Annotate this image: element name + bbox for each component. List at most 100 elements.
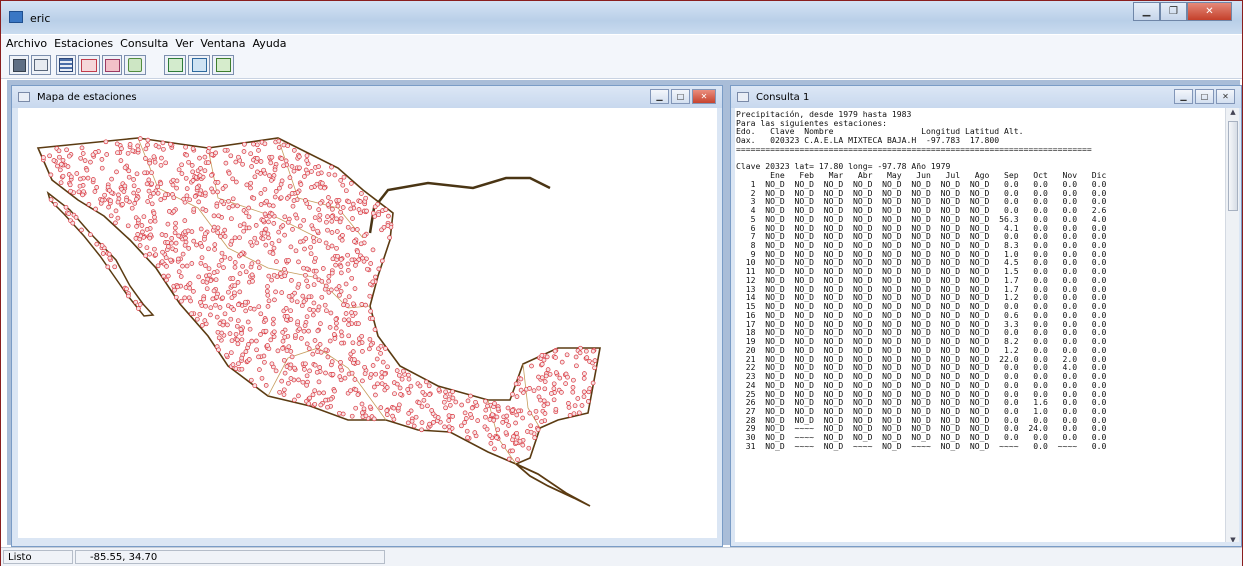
station-marker[interactable] — [286, 294, 292, 299]
station-marker[interactable] — [281, 392, 287, 397]
station-marker[interactable] — [518, 376, 524, 382]
station-marker[interactable] — [325, 214, 330, 219]
query-minimize-button[interactable]: ▁ — [1174, 89, 1193, 104]
station-marker[interactable] — [288, 317, 294, 322]
station-marker[interactable] — [268, 337, 274, 343]
station-marker[interactable] — [378, 343, 384, 349]
station-marker[interactable] — [514, 430, 519, 436]
station-marker[interactable] — [260, 236, 266, 242]
station-marker[interactable] — [246, 342, 251, 347]
station-marker[interactable] — [314, 369, 320, 375]
station-marker[interactable] — [350, 216, 355, 221]
station-marker[interactable] — [527, 410, 533, 416]
station-marker[interactable] — [148, 218, 153, 224]
station-marker[interactable] — [147, 251, 152, 257]
station-marker[interactable] — [186, 159, 191, 165]
station-marker[interactable] — [222, 234, 228, 239]
station-marker[interactable] — [308, 251, 314, 257]
station-marker[interactable] — [142, 170, 147, 176]
station-marker[interactable] — [406, 376, 412, 382]
station-marker[interactable] — [338, 329, 344, 335]
station-marker[interactable] — [243, 269, 249, 275]
station-marker[interactable] — [302, 174, 307, 179]
station-marker[interactable] — [236, 361, 241, 367]
station-marker[interactable] — [387, 235, 392, 240]
station-marker[interactable] — [235, 280, 241, 285]
station-marker[interactable] — [184, 193, 190, 199]
station-marker[interactable] — [462, 420, 467, 425]
station-marker[interactable] — [78, 155, 84, 161]
station-marker[interactable] — [329, 243, 335, 249]
station-marker[interactable] — [514, 434, 520, 440]
station-marker[interactable] — [280, 223, 286, 228]
station-marker[interactable] — [352, 286, 358, 291]
station-marker[interactable] — [106, 204, 111, 210]
station-marker[interactable] — [125, 223, 131, 229]
query-close-button[interactable]: ✕ — [1216, 89, 1235, 104]
station-marker[interactable] — [131, 190, 137, 196]
station-marker[interactable] — [274, 259, 279, 264]
station-marker[interactable] — [251, 195, 257, 201]
station-marker[interactable] — [105, 264, 111, 270]
station-marker[interactable] — [235, 203, 240, 209]
station-marker[interactable] — [351, 301, 356, 307]
station-marker[interactable] — [300, 293, 306, 299]
station-marker[interactable] — [216, 213, 221, 219]
station-marker[interactable] — [227, 331, 233, 336]
station-marker[interactable] — [572, 403, 578, 409]
station-marker[interactable] — [272, 194, 278, 200]
station-marker[interactable] — [144, 181, 150, 187]
station-marker[interactable] — [228, 153, 234, 159]
station-marker[interactable] — [592, 365, 597, 371]
station-marker[interactable] — [67, 182, 73, 188]
station-marker[interactable] — [352, 239, 357, 244]
station-marker[interactable] — [350, 201, 356, 207]
station-marker[interactable] — [367, 336, 373, 342]
station-marker[interactable] — [239, 331, 244, 336]
station-marker[interactable] — [396, 372, 402, 378]
station-marker[interactable] — [390, 413, 395, 419]
station-marker[interactable] — [242, 141, 247, 147]
station-marker[interactable] — [315, 328, 321, 334]
station-marker[interactable] — [250, 278, 255, 284]
station-marker[interactable] — [189, 261, 195, 266]
station-marker[interactable] — [147, 194, 153, 199]
station-marker[interactable] — [84, 167, 90, 173]
station-marker[interactable] — [234, 323, 240, 329]
station-marker[interactable] — [363, 413, 369, 419]
station-marker[interactable] — [355, 360, 361, 366]
station-marker[interactable] — [311, 235, 316, 241]
station-marker[interactable] — [258, 191, 264, 196]
station-marker[interactable] — [113, 220, 118, 226]
station-marker[interactable] — [161, 273, 167, 279]
station-marker[interactable] — [338, 178, 344, 183]
station-marker[interactable] — [196, 199, 202, 205]
station-marker[interactable] — [232, 260, 238, 265]
station-marker[interactable] — [221, 265, 226, 270]
station-marker[interactable] — [248, 377, 254, 383]
station-marker[interactable] — [60, 157, 66, 163]
station-marker[interactable] — [222, 254, 228, 260]
station-marker[interactable] — [248, 180, 254, 186]
station-marker[interactable] — [158, 162, 164, 168]
station-marker[interactable] — [262, 186, 268, 192]
station-marker[interactable] — [94, 185, 100, 190]
station-marker[interactable] — [506, 423, 511, 428]
map-query-icon[interactable] — [78, 55, 100, 75]
station-marker[interactable] — [176, 269, 182, 275]
station-marker[interactable] — [269, 178, 274, 183]
station-marker[interactable] — [245, 319, 251, 325]
close-button[interactable]: ✕ — [1187, 2, 1232, 21]
scroll-thumb[interactable] — [1228, 121, 1238, 211]
station-marker[interactable] — [353, 263, 358, 268]
station-marker[interactable] — [337, 364, 343, 370]
station-marker[interactable] — [229, 295, 235, 301]
station-marker[interactable] — [126, 168, 132, 174]
station-marker[interactable] — [159, 259, 165, 265]
station-marker[interactable] — [316, 390, 322, 396]
station-marker[interactable] — [310, 312, 316, 318]
station-marker[interactable] — [296, 377, 301, 383]
station-marker[interactable] — [421, 397, 427, 403]
station-marker[interactable] — [232, 290, 237, 296]
station-marker[interactable] — [253, 223, 259, 228]
